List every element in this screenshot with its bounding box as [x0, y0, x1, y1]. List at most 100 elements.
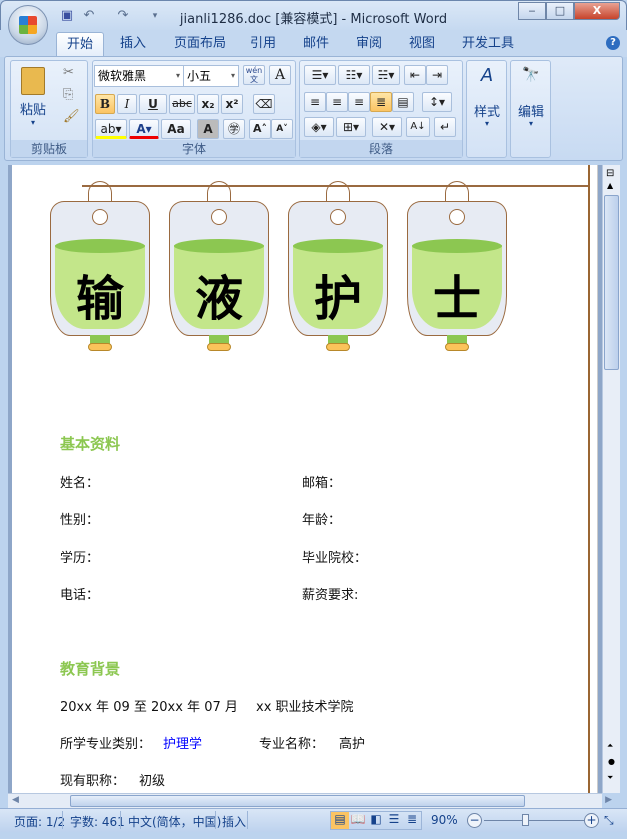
tab-developer[interactable]: 开发工具 [452, 32, 524, 57]
justify-icon[interactable]: ≣ [370, 92, 392, 112]
scroll-left-icon[interactable]: ◀ [12, 795, 19, 805]
copy-icon[interactable]: ⎘ [63, 87, 73, 102]
underline-button[interactable]: U [139, 94, 167, 114]
font-label: 字体 [93, 140, 295, 157]
styles-group[interactable]: A 样式 ▾ [466, 60, 507, 158]
banner-char: 士 [432, 271, 481, 327]
office-button[interactable] [8, 5, 48, 45]
clear-format-icon[interactable]: ⌫ [253, 94, 275, 114]
align-center-icon[interactable]: ≡ [326, 92, 348, 112]
banner-char: 护 [313, 271, 362, 327]
tab-mailings[interactable]: 邮件 [293, 32, 339, 57]
zoom-level[interactable]: 90% [431, 813, 458, 827]
borders-button[interactable]: ⊞▾ [336, 117, 366, 137]
italic-button[interactable]: I [117, 94, 137, 114]
next-page-icon[interactable]: ⏷ [607, 773, 613, 783]
grow-font-button[interactable]: A˄ [249, 119, 271, 139]
find-binoculars-icon: 🔭 [522, 67, 540, 83]
font-name-select[interactable]: 微软雅黑 ▾ [94, 65, 184, 87]
change-case-button[interactable]: Aa [161, 119, 191, 139]
char-border-button[interactable]: A [269, 65, 291, 85]
field-education: 学历： [60, 551, 100, 566]
zoom-in-button[interactable]: + [584, 813, 599, 828]
insert-mode[interactable]: 插入 [222, 813, 246, 830]
editing-group[interactable]: 🔭 编辑 ▾ [510, 60, 551, 158]
web-layout-icon[interactable]: ◧ [367, 812, 385, 829]
close-button[interactable]: X [574, 2, 620, 20]
language[interactable]: 中文(简体，中国) [128, 813, 221, 830]
align-right-icon[interactable]: ≡ [348, 92, 370, 112]
tab-insert[interactable]: 插入 [110, 32, 156, 57]
distributed-icon[interactable]: ▤ [392, 92, 414, 112]
superscript-button[interactable]: x² [221, 94, 243, 114]
major-category-label: 所学专业类别： [60, 737, 152, 752]
bold-button[interactable]: B [95, 94, 115, 114]
scroll-right-icon[interactable]: ▶ [605, 795, 612, 805]
vertical-scroll-thumb[interactable] [604, 195, 619, 370]
numbering-button[interactable]: ☷▾ [338, 65, 370, 85]
draft-icon[interactable]: ≣ [403, 812, 421, 829]
banner-char: 液 [194, 271, 243, 327]
paragraph-group: ☰▾ ☷▾ ☵▾ ⇤ ⇥ ≡ ≡ ≡ ≣ ▤ ↕▾ ◈▾ ⊞▾ ✕▾ A↓ ↵ … [299, 60, 463, 158]
font-color-button[interactable]: A▾ [129, 119, 159, 139]
ribbon: 粘贴 ▾ ✂ ⎘ 🖌 剪贴板 微软雅黑 ▾ 小五 ▾ wén 文 A B I U a… [4, 56, 623, 161]
browse-object-icon[interactable]: ● [608, 757, 615, 766]
styles-button[interactable]: 样式 [467, 101, 507, 120]
page-count[interactable]: 页面: 1/2 [14, 813, 65, 830]
horizontal-scroll-thumb[interactable] [70, 795, 525, 807]
shading-button[interactable]: ◈▾ [304, 117, 334, 137]
zoom-slider-thumb[interactable] [522, 814, 529, 826]
outline-icon[interactable]: ☰ [385, 812, 403, 829]
maximize-button[interactable]: □ [546, 2, 574, 20]
increase-indent-icon[interactable]: ⇥ [426, 65, 448, 85]
tab-review[interactable]: 审阅 [346, 32, 392, 57]
decrease-indent-icon[interactable]: ⇤ [404, 65, 426, 85]
tab-home[interactable]: 开始 [56, 32, 105, 57]
paste-button[interactable]: 粘贴 ▾ [17, 67, 49, 127]
full-screen-reading-icon[interactable]: 📖 [349, 812, 367, 829]
multilevel-list-button[interactable]: ☵▾ [372, 65, 400, 85]
zoom-slider[interactable] [484, 820, 584, 821]
print-layout-icon[interactable]: ▤ [331, 812, 349, 829]
education-school: xx 职业技术学院 [256, 700, 354, 715]
shrink-font-button[interactable]: A˅ [271, 119, 293, 139]
scroll-up-icon[interactable]: ▲ [607, 181, 613, 190]
resize-grip-icon[interactable]: ⤡ [604, 813, 614, 828]
tab-view[interactable]: 视图 [399, 32, 445, 57]
strikethrough-button[interactable]: abc [169, 94, 195, 114]
field-salary: 薪资要求: [302, 588, 359, 603]
major-label: 专业名称： [259, 737, 325, 752]
cut-icon[interactable]: ✂ [63, 65, 74, 80]
tab-page-layout[interactable]: 页面布局 [164, 32, 236, 57]
ruler-toggle-icon[interactable]: ⊟ [606, 168, 614, 179]
enclose-char-icon[interactable]: ㊫ [223, 119, 245, 139]
major-value: 高护 [339, 737, 366, 752]
document-page[interactable]: 输 液 护 士 基本资料 姓名： 性别： 学历： 电话： 邮箱： 年龄： 毕业院… [12, 165, 592, 793]
char-shading-button[interactable]: A [197, 119, 219, 139]
line-spacing-button[interactable]: ↕▾ [422, 92, 452, 112]
word-count[interactable]: 字数: 461 [70, 813, 125, 830]
font-size-select[interactable]: 小五 ▾ [183, 65, 239, 87]
styles-icon: A [480, 65, 494, 86]
format-painter-icon[interactable]: 🖌 [63, 109, 80, 124]
zoom-out-button[interactable]: − [467, 813, 482, 828]
field-age: 年龄： [302, 513, 342, 528]
editing-button[interactable]: 编辑 [511, 101, 551, 120]
vertical-scrollbar[interactable]: ⊟ ▲ ⏶ ● ⏷ [602, 165, 620, 793]
highlight-button[interactable]: ab▾ [95, 119, 127, 139]
help-icon[interactable]: ? [606, 36, 620, 50]
minimize-button[interactable]: ‒ [518, 2, 546, 20]
horizontal-scrollbar[interactable]: ◀ ▶ [8, 793, 612, 808]
status-bar: 页面: 1/2 字数: 461 中文(简体，中国) 插入 ▤ 📖 ◧ ☰ ≣ 9… [0, 808, 627, 832]
subscript-button[interactable]: x₂ [197, 94, 219, 114]
show-marks-icon[interactable]: ↵ [434, 117, 456, 137]
phonetic-guide-button[interactable]: wén 文 [243, 65, 265, 85]
title-bar: ▣ ↶ ↷ ▾ jianli1286.doc [兼容模式] - Microsof… [0, 0, 627, 32]
job-title-label: 现有职称： [60, 774, 126, 789]
sort-icon[interactable]: A↓ [406, 117, 430, 137]
tab-references[interactable]: 引用 [240, 32, 286, 57]
prev-page-icon[interactable]: ⏶ [607, 741, 613, 751]
align-left-icon[interactable]: ≡ [304, 92, 326, 112]
chinese-layout-button[interactable]: ✕▾ [372, 117, 402, 137]
bullets-button[interactable]: ☰▾ [304, 65, 336, 85]
